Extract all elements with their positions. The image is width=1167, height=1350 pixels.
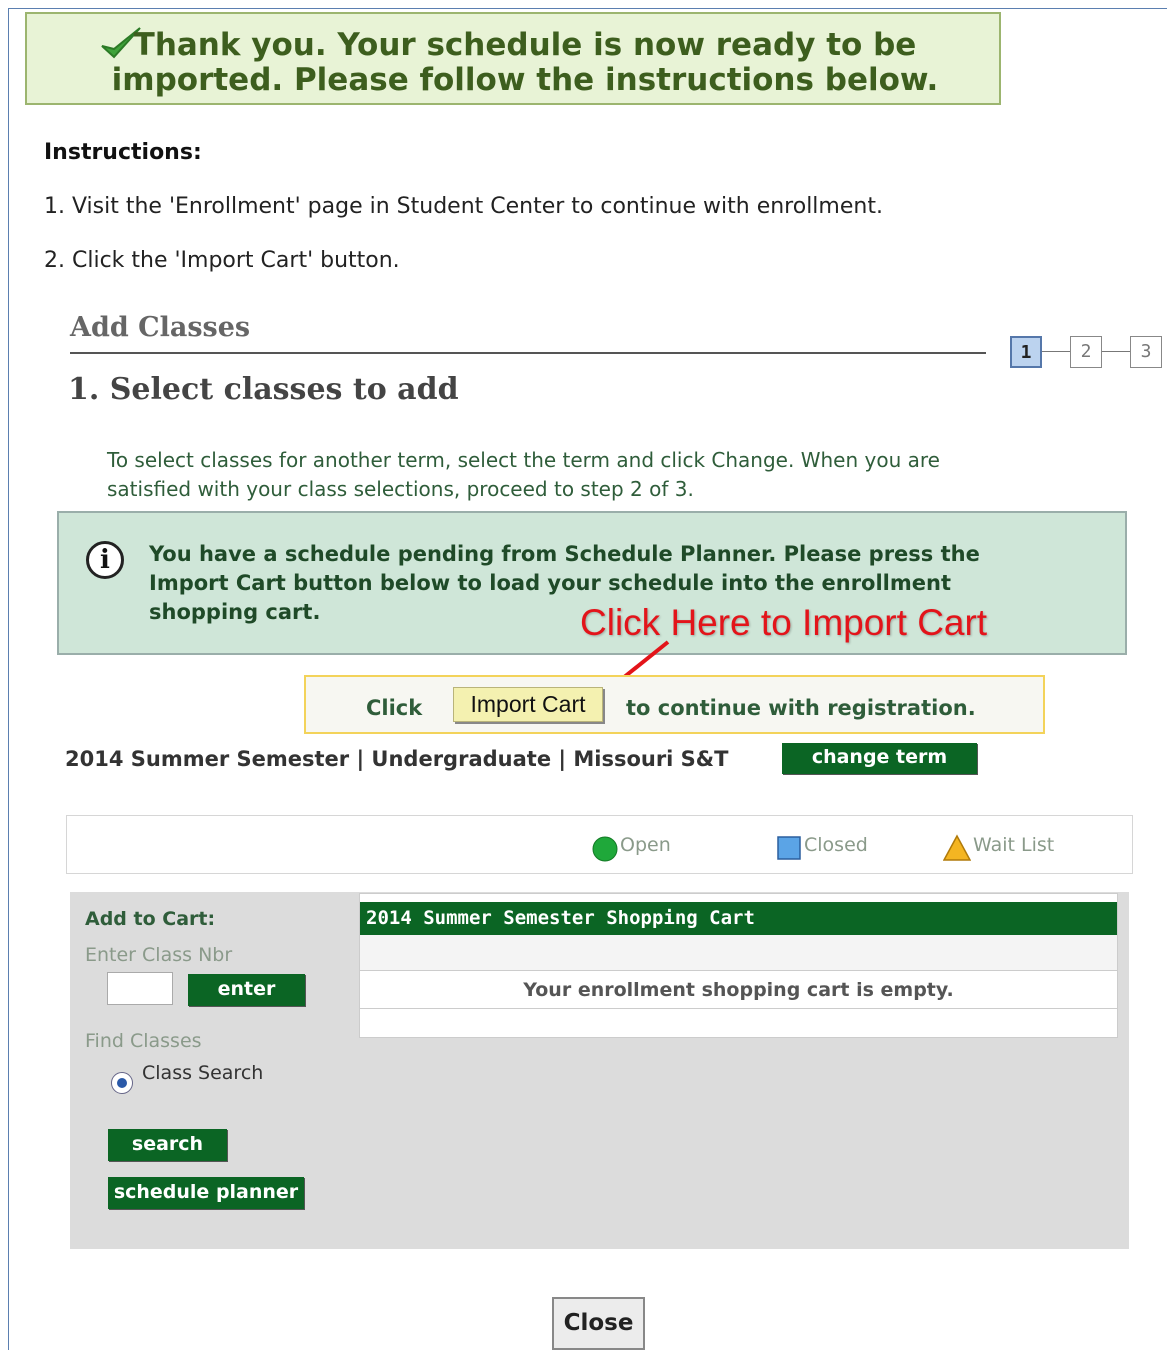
import-cart-bar: Click Import Cart to continue with regis… [304, 675, 1045, 734]
notice-line2: Import Cart button below to load your sc… [149, 571, 951, 595]
instruction-step-2: 2. Click the 'Import Cart' button. [44, 248, 400, 273]
instructions-heading: Instructions: [44, 140, 202, 165]
instruction-step-1: 1. Visit the 'Enrollment' page in Studen… [44, 194, 883, 219]
shopping-cart-empty-message: Your enrollment shopping cart is empty. [360, 971, 1117, 1009]
add-to-cart-heading: Add to Cart: [85, 908, 216, 930]
class-nbr-input[interactable] [107, 972, 173, 1005]
shopping-cart-header: 2014 Summer Semester Shopping Cart [360, 902, 1117, 935]
step-1: 1 [1010, 336, 1042, 368]
legend-closed: Closed [804, 834, 868, 856]
step-3: 3 [1130, 336, 1162, 368]
legend-wait-list: Wait List [973, 834, 1055, 856]
step-indicator: 1 2 3 [1010, 336, 1165, 368]
shopping-cart: 2014 Summer Semester Shopping Cart Your … [359, 893, 1118, 1038]
step-2: 2 [1070, 336, 1102, 368]
success-banner: Thank you. Your schedule is now ready to… [25, 12, 1001, 105]
add-classes-title: Add Classes [70, 312, 251, 343]
continue-label: to continue with registration. [626, 696, 976, 720]
term-description: To select classes for another term, sele… [107, 446, 1067, 504]
enter-class-nbr-label: Enter Class Nbr [85, 944, 233, 966]
wait-list-icon [943, 834, 971, 861]
close-button[interactable]: Close [552, 1297, 645, 1350]
select-classes-title: 1. Select classes to add [68, 372, 459, 407]
class-search-label: Class Search [142, 1062, 264, 1084]
term-label: 2014 Summer Semester | Undergraduate | M… [65, 747, 729, 771]
success-message: Thank you. Your schedule is now ready to… [27, 28, 1003, 98]
import-cart-button[interactable]: Import Cart [453, 687, 603, 722]
info-icon: i [86, 541, 124, 579]
change-term-button[interactable]: change term [782, 743, 977, 774]
find-classes-label: Find Classes [85, 1030, 202, 1052]
class-search-radio[interactable] [111, 1072, 133, 1094]
step-connector [1102, 351, 1130, 352]
shopping-cart-header-row [360, 935, 1117, 971]
term-description-line1: To select classes for another term, sele… [107, 448, 940, 472]
open-icon [592, 836, 618, 862]
term-description-line2: satisfied with your class selections, pr… [107, 477, 694, 501]
step-connector [1042, 351, 1070, 352]
notice-line1: You have a schedule pending from Schedul… [149, 542, 980, 566]
title-divider [70, 352, 986, 354]
enter-button[interactable]: enter [188, 974, 305, 1006]
success-message-line2: imported. Please follow the instructions… [111, 62, 939, 98]
search-button[interactable]: search [108, 1129, 227, 1161]
legend-open: Open [620, 834, 671, 856]
closed-icon [777, 836, 801, 860]
schedule-planner-button[interactable]: schedule planner [108, 1177, 304, 1209]
success-message-line1: Thank you. Your schedule is now ready to… [133, 27, 917, 63]
status-legend: Open Closed Wait List [66, 815, 1133, 874]
click-label: Click [366, 696, 423, 720]
